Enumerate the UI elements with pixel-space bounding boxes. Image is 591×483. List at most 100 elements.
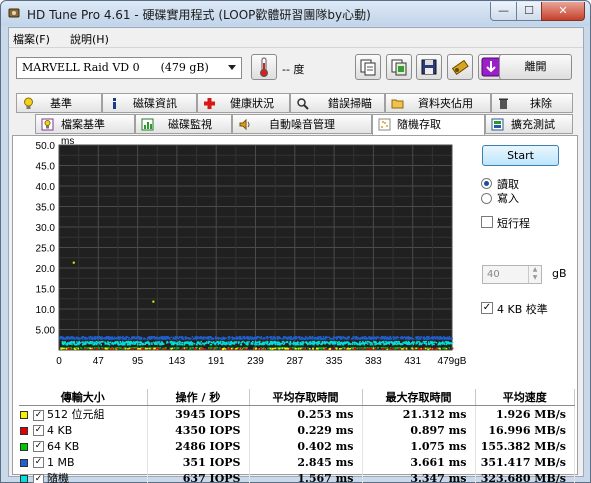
data-point <box>184 347 187 350</box>
data-point <box>392 338 395 340</box>
data-point <box>294 347 297 350</box>
data-point <box>287 347 290 350</box>
data-point <box>251 337 253 340</box>
row-name-cell: ✓ 64 KB <box>19 438 148 454</box>
data-point <box>347 335 350 338</box>
data-point <box>413 348 416 350</box>
tab-file-benchmark[interactable]: 檔案基準 <box>35 114 135 134</box>
data-point <box>289 341 292 343</box>
data-point <box>327 342 330 344</box>
data-point <box>389 347 392 350</box>
data-point <box>265 336 268 338</box>
tab-folder-usage[interactable]: 資料夾佔用 <box>385 93 491 113</box>
data-point <box>108 336 110 339</box>
short-stroke-unit: gB <box>552 267 567 280</box>
data-point <box>355 347 357 350</box>
data-point <box>278 347 281 350</box>
write-radio[interactable] <box>481 193 492 204</box>
data-point <box>63 343 65 346</box>
data-point <box>219 340 222 343</box>
tab-aam[interactable]: 自動噪音管理 <box>232 114 372 134</box>
exit-button[interactable]: 離開 <box>499 54 572 80</box>
data-point <box>173 342 175 345</box>
ops-cell: 4350 IOPS <box>147 422 250 438</box>
series-checkbox[interactable]: ✓ <box>33 409 44 421</box>
data-point <box>244 342 246 344</box>
random-access-panel: 50.0 45.0 40.0 35.0 30.0 25.0 20.0 15.0 10.0 5.00… <box>12 135 578 483</box>
data-point <box>92 341 94 344</box>
align-4kb-checkbox[interactable]: ✓ <box>481 302 493 314</box>
data-point <box>331 337 333 340</box>
data-point <box>423 341 426 343</box>
data-point <box>403 336 406 338</box>
data-point <box>125 338 127 340</box>
data-point <box>445 343 448 345</box>
data-point <box>155 347 158 350</box>
close-button[interactable]: ✕ <box>541 2 585 21</box>
data-point <box>256 343 258 346</box>
data-point <box>100 344 103 346</box>
data-point <box>451 347 454 350</box>
x-tick-label: 479gB <box>438 356 467 367</box>
data-point <box>150 337 153 340</box>
options-button[interactable] <box>447 54 473 80</box>
series-checkbox[interactable]: ✓ <box>33 473 44 483</box>
tab-health[interactable]: 健康狀況 <box>197 93 290 113</box>
data-point <box>426 335 429 338</box>
col-avg-access: 平均存取時間 <box>249 389 363 406</box>
data-point <box>372 347 375 350</box>
short-stroke-spinner[interactable]: 40 ▲ ▼ <box>482 265 542 284</box>
data-point <box>181 341 184 344</box>
data-point <box>235 341 238 343</box>
data-point <box>349 347 352 350</box>
tab-label: 自動噪音管理 <box>269 118 335 131</box>
data-point <box>412 343 415 346</box>
read-radio[interactable] <box>481 178 492 189</box>
tab-error-scan[interactable]: 錯誤掃瞄 <box>290 93 385 113</box>
temperature-button[interactable] <box>251 54 277 80</box>
data-point <box>117 336 119 338</box>
series-checkbox[interactable]: ✓ <box>33 441 44 452</box>
tab-erase[interactable]: 抹除 <box>491 93 573 113</box>
legend-swatch <box>20 442 28 451</box>
data-point <box>291 343 293 345</box>
tab-label: 抹除 <box>530 97 552 110</box>
tab-random-access[interactable]: 隨機存取 <box>372 114 485 136</box>
series-checkbox[interactable]: ✓ <box>33 425 44 436</box>
data-point <box>237 341 240 344</box>
tab-disk-info[interactable]: 磁碟資訊 <box>102 93 197 113</box>
data-point <box>186 337 189 339</box>
maximize-button[interactable]: ☐ <box>516 2 542 21</box>
data-point <box>315 341 317 344</box>
data-point <box>126 336 129 339</box>
data-point <box>386 347 389 349</box>
series-checkbox[interactable]: ✓ <box>33 457 44 468</box>
copy-button[interactable] <box>355 54 381 80</box>
data-point <box>337 341 339 344</box>
data-point <box>257 348 259 350</box>
menu-help[interactable]: 說明(H) <box>70 31 109 47</box>
title-bar[interactable]: HD Tune Pro 4.61 - 硬碟實用程式 (LOOP歡體研習團隊by心… <box>1 1 590 26</box>
data-point <box>194 348 197 350</box>
tab-disk-monitor[interactable]: 磁碟監視 <box>135 114 232 134</box>
data-point <box>122 338 125 340</box>
data-point <box>138 341 141 344</box>
short-stroke-checkbox[interactable] <box>481 216 493 228</box>
tab-extra-tests[interactable]: 擴充測試 <box>485 114 573 134</box>
menu-file[interactable]: 檔案(F) <box>13 31 50 47</box>
data-point <box>396 347 399 349</box>
minimize-button[interactable]: — <box>490 2 517 21</box>
data-point <box>278 337 281 339</box>
copy-info-button[interactable] <box>386 54 412 80</box>
data-point <box>233 347 236 350</box>
data-point <box>152 300 155 303</box>
save-button[interactable] <box>416 54 442 80</box>
avg-speed-cell: 16.996 MB/s <box>475 422 575 438</box>
start-button[interactable]: Start <box>482 145 559 166</box>
data-point <box>171 347 174 350</box>
data-point <box>233 343 236 345</box>
data-point <box>85 348 87 350</box>
data-point <box>272 338 274 340</box>
tab-benchmark[interactable]: 基準 <box>16 93 102 113</box>
drive-select[interactable]: MARVELL Raid VD 0 (479 gB) <box>16 57 242 79</box>
